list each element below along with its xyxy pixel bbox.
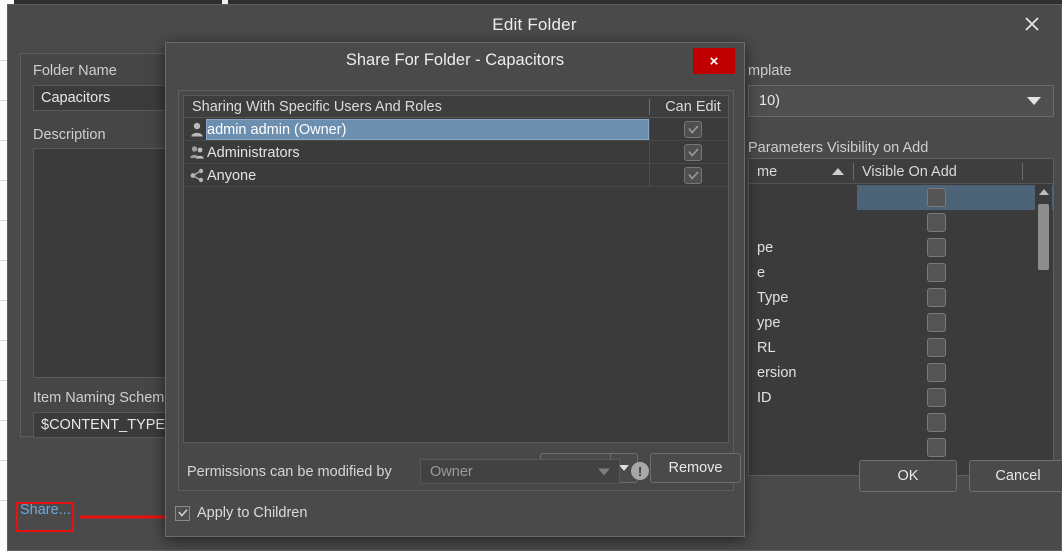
parameters-table-header: me Visible On Add [749,159,1053,184]
column-header-can-edit: Can Edit [665,99,721,115]
edit-folder-title: Edit Folder [492,15,577,34]
info-icon[interactable]: ! [631,462,649,480]
visible-on-add-checkbox[interactable] [927,213,946,232]
share-nodes-icon [190,168,204,183]
parameter-row[interactable] [749,185,1053,210]
parameter-row[interactable]: ersion [749,360,1053,385]
chevron-down-icon [1027,97,1041,105]
can-edit-checkbox[interactable] [684,144,702,161]
parameter-name: ype [757,314,781,331]
can-edit-checkbox[interactable] [684,167,702,184]
visible-on-add-checkbox[interactable] [927,188,946,207]
user-icon [190,122,204,137]
parameter-row[interactable] [749,210,1053,235]
apply-to-children-label: Apply to Children [197,505,308,521]
description-label: Description [33,127,106,143]
parameter-name: ID [757,389,772,406]
parameter-row[interactable]: Type [749,285,1053,310]
chevron-down-icon [598,468,610,475]
visible-on-add-checkbox[interactable] [927,363,946,382]
permissions-combobox-value: Owner [430,463,473,480]
visible-on-add-checkbox[interactable] [927,413,946,432]
sharing-list-item-label: Administrators [207,144,300,161]
close-icon[interactable]: × [693,48,735,74]
users-group-icon [190,145,204,160]
sharing-list-item[interactable]: admin admin (Owner) [184,118,728,141]
sort-ascending-icon [832,168,844,175]
visible-on-add-checkbox[interactable] [927,338,946,357]
column-header-visible-on-add[interactable]: Visible On Add [854,159,1019,184]
screenshot-root: Radio&RF Relays Resistors Design Item ID… [0,0,1062,551]
parameters-visibility-label: Parameters Visibility on Add [748,140,929,156]
visible-on-add-checkbox[interactable] [927,313,946,332]
edit-folder-ok-button[interactable]: OK [859,460,957,492]
visible-on-add-checkbox[interactable] [927,388,946,407]
apply-to-children-checkbox[interactable] [175,505,190,521]
sharing-list-item-label: Anyone [207,167,257,184]
share-dialog-title: Share For Folder - Capacitors [345,50,565,69]
edit-folder-cancel-button[interactable]: Cancel [969,460,1062,492]
visible-on-add-checkbox[interactable] [927,263,946,282]
visible-on-add-checkbox[interactable] [927,438,946,457]
share-for-folder-dialog: Share For Folder - Capacitors × Sharing … [165,42,745,537]
sharing-list-item[interactable]: Administrators [184,141,728,164]
parameter-row[interactable] [749,410,1053,435]
parameter-name: e [757,264,766,281]
parameter-row[interactable]: pe [749,235,1053,260]
apply-to-children-row[interactable]: Apply to Children [175,505,307,521]
close-icon[interactable] [1017,10,1047,38]
parameter-name: Type [757,289,789,306]
can-edit-checkbox[interactable] [684,121,702,138]
parameter-name: RL [757,339,776,356]
template-label: mplate [748,63,792,79]
column-header-sharing-with: Sharing With Specific Users And Roles [192,99,442,115]
scrollbar-thumb[interactable] [1038,204,1049,270]
permissions-row: Permissions can be modified by Owner ! [187,459,727,485]
permissions-combobox[interactable]: Owner [420,459,620,484]
visible-on-add-checkbox[interactable] [927,288,946,307]
parameters-visibility-table[interactable]: me Visible On Add pe e Type ype RL ersio… [748,158,1054,476]
template-combobox-value: 10) [759,93,780,109]
parameter-row[interactable] [749,435,1053,460]
sharing-list-item[interactable]: Anyone [184,164,728,187]
sharing-list-header: Sharing With Specific Users And Roles Ca… [184,96,728,118]
sharing-list-item-label: admin admin (Owner) [207,121,347,138]
share-panel: Sharing With Specific Users And Roles Ca… [178,90,741,491]
folder-name-label: Folder Name [33,63,117,79]
parameters-table-scrollbar[interactable] [1035,184,1052,474]
parameter-row[interactable]: RL [749,335,1053,360]
item-naming-scheme-label: Item Naming Scheme [33,390,173,406]
parameter-row[interactable]: ID [749,385,1053,410]
parameter-row[interactable]: ype [749,310,1053,335]
sharing-users-list[interactable]: Sharing With Specific Users And Roles Ca… [183,95,729,443]
permissions-label: Permissions can be modified by [187,464,392,480]
visible-on-add-checkbox[interactable] [927,238,946,257]
share-link[interactable]: Share... [20,502,71,518]
parameter-name: pe [757,239,774,256]
template-combobox[interactable]: 10) [748,85,1054,117]
parameter-row[interactable]: e [749,260,1053,285]
scroll-up-arrow-icon[interactable] [1035,184,1052,200]
parameter-name: ersion [757,364,797,381]
